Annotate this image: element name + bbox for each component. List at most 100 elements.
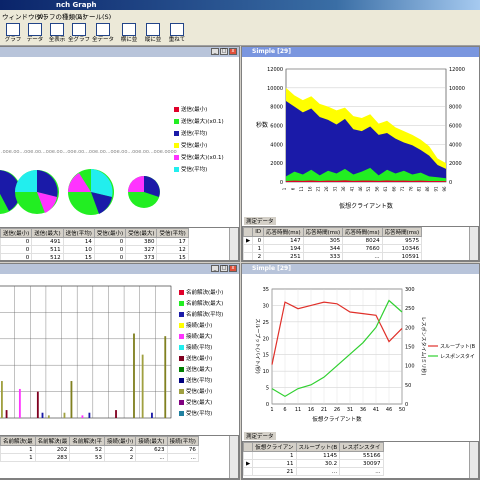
legend-item: 受信(最小) <box>174 141 207 149</box>
y-tick-label: 35 <box>263 287 269 293</box>
table-row[interactable]: 1 283 53 2...... <box>0 453 199 462</box>
app-title: nch Graph <box>56 1 97 9</box>
y2-tick-label: 6000 <box>449 124 462 130</box>
table-row[interactable]: 0 491 14 0 380 17 <box>0 237 189 246</box>
data-table[interactable]: ID 応答時間(ms) 応答時間(ms) 応答時間(ms) 応答時間(ms) ▶ 0 147… <box>242 226 479 261</box>
table-row[interactable]: 2 251 333... 10591 <box>243 252 423 260</box>
panel-title-bar: Simple [29] <box>242 47 479 57</box>
panel-title-bar: _ □ x <box>0 264 239 274</box>
x-tick-label: 36 <box>360 407 366 413</box>
x-tick-label: 6 <box>283 407 286 413</box>
pie-4 <box>128 176 160 208</box>
legend-item: 受信(平均) <box>174 165 207 173</box>
data-table[interactable]: 名前解決(最 名前解決(最 名前解決(平 接続(最小) 接続(最大) 接続(平均) 1 20… <box>0 435 239 479</box>
vertical-scrollbar[interactable] <box>229 436 238 478</box>
window-title-bar: nch Graph <box>0 0 480 10</box>
x-tick-label: 16 <box>307 186 312 192</box>
x-tick-label: 11 <box>295 407 301 413</box>
y-tick-label: 0 <box>280 180 283 186</box>
table-row[interactable]: 0 511 10 0 327 12 <box>0 245 189 254</box>
bar-chart <box>0 285 172 419</box>
x-tick-label: 21 <box>316 186 321 192</box>
table-row[interactable]: ▶ 0 147 305 8024 9575 <box>243 236 423 245</box>
graph-button[interactable]: グラフ <box>2 22 24 44</box>
legend-item: 受信(最大)(x0.1) <box>174 153 224 161</box>
y2-tick-label: 2000 <box>449 161 462 167</box>
legend-item: 接続(最大) <box>179 332 212 340</box>
table-title: 測定データ <box>244 217 276 225</box>
menu-scale[interactable]: スケール(S) <box>76 11 111 21</box>
table-row[interactable]: 1 202 52 2 623 76 <box>0 445 199 454</box>
tile-vertical-button[interactable]: 縦に並 <box>142 22 164 44</box>
close-button[interactable]: x <box>229 265 237 272</box>
maximize-button[interactable]: □ <box>220 265 228 272</box>
data-icon <box>28 23 42 36</box>
bar <box>133 333 135 418</box>
y2-tick-label: 10000 <box>449 86 465 92</box>
x-tick-label: 41 <box>373 407 379 413</box>
bar <box>1 381 3 418</box>
x-tick-label: 46 <box>386 407 392 413</box>
cascade-button[interactable]: 重ねて <box>166 22 188 44</box>
cascade-icon <box>170 23 184 36</box>
vertical-scrollbar[interactable] <box>469 442 478 478</box>
table-row[interactable]: 0 512 15 0 373 15 <box>0 253 189 260</box>
x-tick-label: 41 <box>349 186 354 192</box>
legend-item: 名前解決(平均) <box>179 310 223 318</box>
y-tick-label: 8000 <box>270 105 283 111</box>
bar <box>47 415 50 418</box>
y-axis-label: 秒数 <box>256 121 268 129</box>
panel-bottom-left: _ □ x 名前解決(最小) 名前解決(最大) 名前解決(平均) 接続(最小) 接続(最… <box>0 263 240 480</box>
tile-horizontal-button[interactable]: 横に並 <box>118 22 140 44</box>
bar <box>141 354 144 418</box>
legend-item: 送信(最大) <box>179 365 212 373</box>
svg-text:.ooe.oo...ooe.oo...ooe.oo...oo: .ooe.oo...ooe.oo...ooe.oo...ooe.oo...ooe… <box>1 149 177 155</box>
bar <box>164 336 167 418</box>
table-row[interactable]: 1 1145 55166 <box>243 451 384 460</box>
x-tick-label: 76 <box>408 186 413 192</box>
graph-icon <box>6 23 20 36</box>
x-tick-label: 1 <box>270 407 273 413</box>
x-tick-label: 26 <box>334 407 340 413</box>
y2-tick-label: 8000 <box>449 105 462 111</box>
table-row[interactable]: ▶ 11 30.2 30097 <box>243 459 384 468</box>
plot-area <box>0 285 172 419</box>
area-chart: 0 0 2000 2000 4000 4000 6000 6000 8000 8000 10000 1… <box>256 67 465 210</box>
x-tick-label: 16 <box>308 407 314 413</box>
minimize-button[interactable]: _ <box>211 265 219 272</box>
table-title: 測定データ <box>244 432 276 440</box>
table-header-row: ID 応答時間(ms) 応答時間(ms) 応答時間(ms) 応答時間(ms) <box>243 227 423 237</box>
legend-item: 送信(最大)(x0.1) <box>174 117 224 125</box>
legend-item: 接続(平均) <box>179 343 212 351</box>
table-header-row: 仮想クライアン スループット(B レスポンスタイ <box>243 442 384 452</box>
x-tick-label: 46 <box>358 186 363 192</box>
vertical-scrollbar[interactable] <box>469 227 478 260</box>
show-all-button[interactable]: 全表示 <box>46 22 68 44</box>
panel-top-left: _ □ x .ooe.oo...ooe.oo...ooe.oo...ooe.oo… <box>0 46 240 262</box>
y-tick-label: 15 <box>263 353 269 359</box>
bar <box>63 412 66 418</box>
table-header-row: 名前解決(最 名前解決(最 名前解決(平 接続(最小) 接続(最大) 接続(平均) <box>0 436 199 446</box>
legend-item: 接続(最小) <box>179 321 212 329</box>
data-table[interactable]: 仮想クライアン スループット(B レスポンスタイ 1 1145 55166 ▶ 11 30.… <box>242 441 479 479</box>
y-tick-label: 30 <box>263 303 269 309</box>
all-data-button[interactable]: 全データ <box>92 22 114 44</box>
x-tick-label: 36 <box>341 186 346 192</box>
table-row[interactable]: 1 194 344 7660 10346 <box>243 244 423 253</box>
y-tick-label: 20 <box>263 336 269 342</box>
all-graphs-button[interactable]: 全グラフ <box>68 22 90 44</box>
x-tick-label: 86 <box>425 186 430 192</box>
x-axis-label: 仮想クライアント数 <box>339 202 393 210</box>
line-chart: 051015202530350501001502002503001 6 11 16 21… <box>254 287 476 423</box>
tile-vertical-icon <box>146 23 160 36</box>
legend-item: 送信(最小) <box>179 354 212 362</box>
y2-tick-label: 100 <box>405 364 415 370</box>
legend-label: スループット(B <box>440 344 476 350</box>
table-row[interactable]: 21...... <box>243 467 384 476</box>
data-button[interactable]: データ <box>24 22 46 44</box>
y-tick-label: 10000 <box>267 86 283 92</box>
bar <box>151 412 153 418</box>
bar <box>115 410 117 418</box>
data-table[interactable]: 送信(最小) 送信(最大) 送信(平均) 受信(最小) 受信(最大) 受信(平均… <box>0 227 239 261</box>
vertical-scrollbar[interactable] <box>229 228 238 260</box>
